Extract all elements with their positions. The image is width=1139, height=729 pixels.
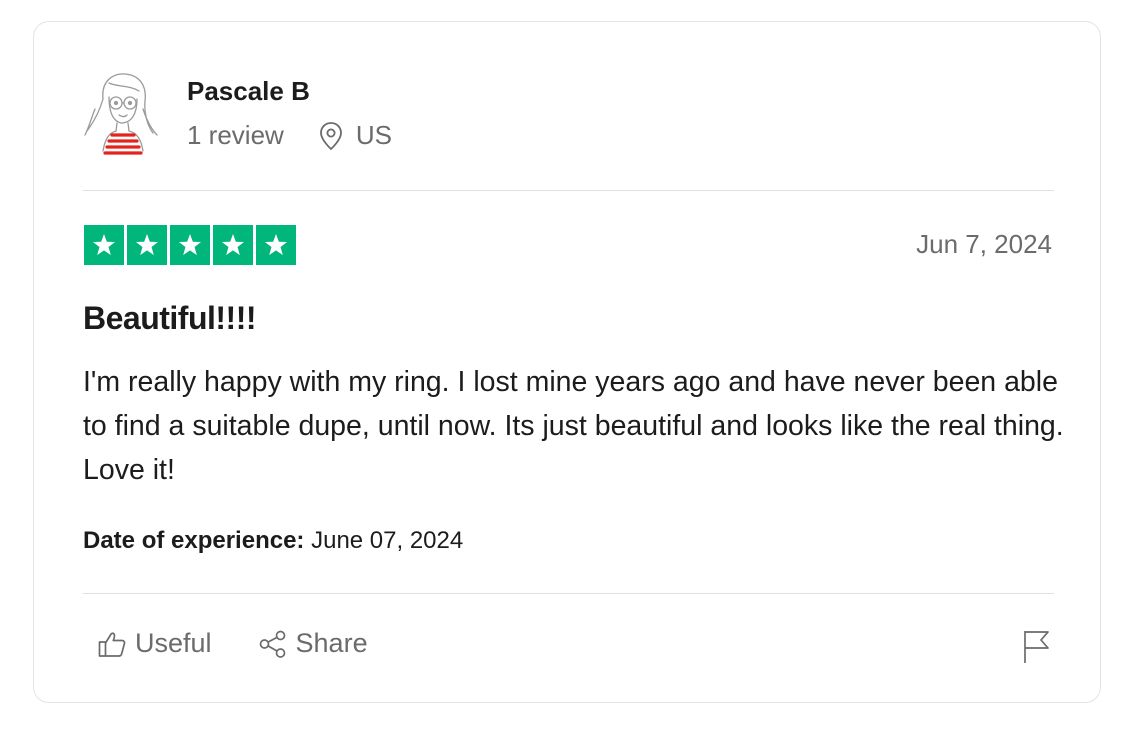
header-divider: [83, 190, 1054, 191]
star-icon: [213, 225, 253, 265]
experience-label: Date of experience:: [83, 527, 305, 554]
star-rating: [84, 225, 296, 265]
reviewer-country: US: [355, 120, 392, 150]
useful-button[interactable]: Useful: [97, 628, 212, 659]
thumbs-up-icon: [98, 631, 126, 657]
reviewer-name[interactable]: Pascale B: [187, 76, 310, 107]
review-body: I'm really happy with my ring. I lost mi…: [83, 366, 1064, 486]
review-card: Pascale B 1 review US Jun 7, 2024 Beauti…: [33, 21, 1101, 703]
location-pin-icon: [318, 121, 344, 151]
avatar[interactable]: [81, 69, 161, 155]
review-title[interactable]: Beautiful!!!!: [83, 300, 257, 337]
avatar-drawing-icon: [84, 73, 158, 155]
footer-divider: [83, 593, 1054, 594]
star-icon: [256, 225, 296, 265]
star-icon: [170, 225, 210, 265]
review-count: 1 review: [187, 120, 284, 150]
share-button[interactable]: Share: [258, 628, 368, 659]
share-icon: [259, 630, 285, 658]
report-button[interactable]: [1021, 629, 1053, 665]
reviewer-meta: 1 review US: [187, 120, 392, 151]
date-of-experience: Date of experience: June 07, 2024: [83, 527, 463, 555]
flag-icon: [1024, 631, 1049, 663]
useful-label: Useful: [135, 628, 212, 658]
review-date: Jun 7, 2024: [916, 229, 1052, 259]
share-label: Share: [295, 628, 368, 658]
review-actions: Useful Share: [97, 628, 368, 659]
star-icon: [127, 225, 167, 265]
experience-date: June 07, 2024: [304, 527, 464, 554]
star-icon: [84, 225, 124, 265]
